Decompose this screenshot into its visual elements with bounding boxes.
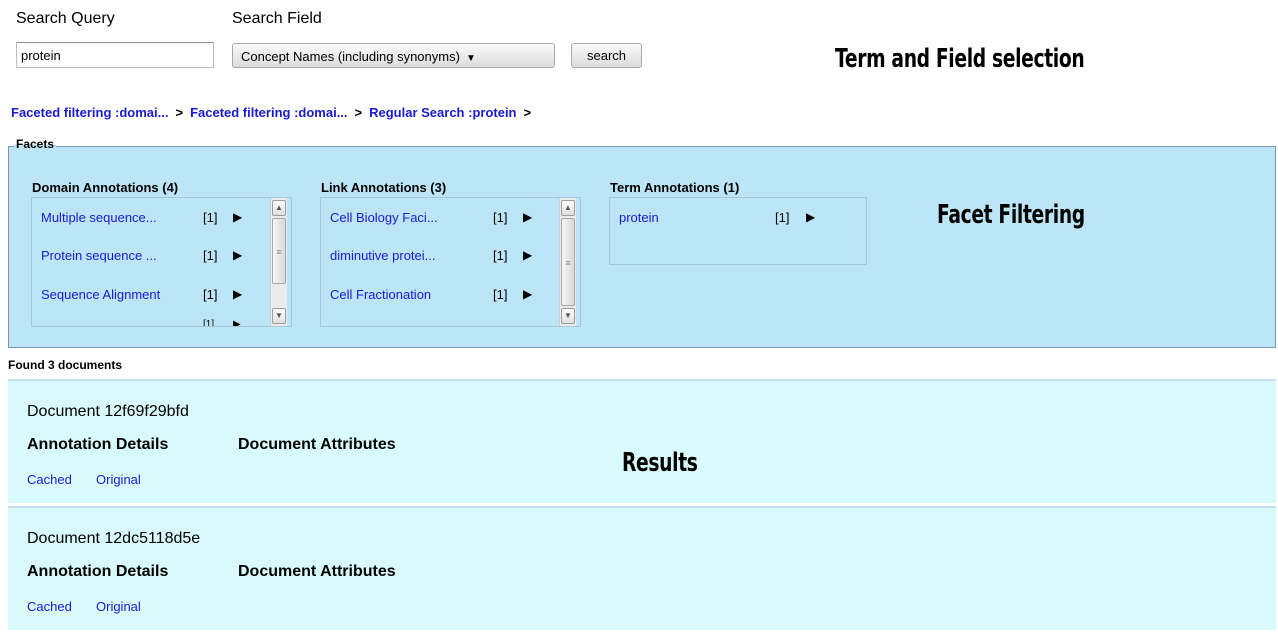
breadcrumb-separator: > <box>175 105 184 120</box>
breadcrumb-separator: > <box>523 105 532 120</box>
facet-item-count: [1] <box>493 248 508 263</box>
play-arrow-icon[interactable]: ▶ <box>806 210 815 224</box>
play-arrow-icon[interactable]: ▶ <box>233 210 242 224</box>
search-field-selected: Concept Names (including synonyms) <box>241 49 460 64</box>
result-card: Document 12f69f29bfd Annotation Details … <box>8 379 1276 503</box>
facet-item-count: [1] <box>203 248 218 263</box>
cached-link[interactable]: Cached <box>27 472 72 487</box>
facet-item-count: [1] <box>203 319 215 327</box>
scroll-up-icon[interactable]: ▲ <box>561 200 575 216</box>
term-annotations-list: protein [1] ▶ <box>609 197 867 265</box>
found-count: Found 3 documents <box>8 358 122 372</box>
breadcrumb: Faceted filtering :domai... > Faceted filt… <box>11 105 538 120</box>
search-button[interactable]: search <box>571 43 642 68</box>
scroll-thumb[interactable]: ≡ <box>272 218 286 284</box>
play-arrow-icon[interactable]: ▶ <box>233 287 242 301</box>
original-link[interactable]: Original <box>96 472 141 487</box>
link-annotations-heading: Link Annotations (3) <box>321 180 447 195</box>
search-field-select[interactable]: Concept Names (including synonyms) ▼ <box>232 43 555 68</box>
facets-legend: Facets <box>14 137 57 151</box>
facet-item-count: [1] <box>203 210 218 225</box>
facet-item-name[interactable]: Sequence Alignment <box>41 287 160 302</box>
facet-item-name[interactable]: protein <box>619 210 659 225</box>
document-title: Document 12dc5118d5e <box>27 530 201 547</box>
breadcrumb-item[interactable]: Faceted filtering :domai... <box>190 105 347 120</box>
search-query-label: Search Query <box>16 10 115 27</box>
dropdown-arrow-icon: ▼ <box>465 53 476 64</box>
cached-link[interactable]: Cached <box>27 599 72 614</box>
domain-annotations-heading: Domain Annotations (4) <box>32 180 179 195</box>
document-attributes-heading[interactable]: Document Attributes <box>238 436 396 454</box>
facet-item-name[interactable]: Cell Fractionation <box>330 287 431 302</box>
facet-item-count: [1] <box>493 287 508 302</box>
facet-item-name[interactable]: diminutive protei... <box>330 248 436 263</box>
domain-scrollbar[interactable]: ▲ ≡ ▼ <box>270 198 287 326</box>
annotation-details-heading[interactable]: Annotation Details <box>27 563 168 581</box>
facet-item-count: [1] <box>493 210 508 225</box>
facet-item-name[interactable]: Protein sequence ... <box>41 248 157 263</box>
scroll-thumb[interactable]: ≡ <box>561 218 575 306</box>
scroll-up-icon[interactable]: ▲ <box>272 200 286 216</box>
facet-item-name[interactable]: Multiple sequence... <box>41 210 157 225</box>
search-input[interactable] <box>16 42 214 68</box>
annotation-results: Results <box>622 448 698 478</box>
breadcrumb-item[interactable]: Faceted filtering :domai... <box>11 105 168 120</box>
play-arrow-icon[interactable]: ▶ <box>523 287 532 301</box>
play-arrow-icon[interactable]: ▶ <box>523 210 532 224</box>
facet-item-count: [1] <box>203 287 218 302</box>
search-field-label: Search Field <box>232 10 322 27</box>
breadcrumb-item[interactable]: Regular Search :protein <box>369 105 516 120</box>
play-arrow-icon[interactable]: ▶ <box>233 248 242 262</box>
play-arrow-icon[interactable]: ▶ <box>523 248 532 262</box>
annotation-details-heading[interactable]: Annotation Details <box>27 436 168 454</box>
scroll-down-icon[interactable]: ▼ <box>272 308 286 324</box>
facet-item-count: [1] <box>775 210 790 225</box>
link-annotations-list: Cell Biology Faci... [1] ▶ diminutive pr… <box>320 197 581 327</box>
facet-item-name[interactable]: Cell Biology Faci... <box>330 210 438 225</box>
link-scrollbar[interactable]: ▲ ≡ ▼ <box>559 198 576 326</box>
original-link[interactable]: Original <box>96 599 141 614</box>
term-annotations-heading: Term Annotations (1) <box>610 180 740 195</box>
annotation-term-field: Term and Field selection <box>835 44 1085 74</box>
result-card: Document 12dc5118d5e Annotation Details … <box>8 506 1276 630</box>
scroll-down-icon[interactable]: ▼ <box>561 308 575 324</box>
document-title: Document 12f69f29bfd <box>27 403 189 420</box>
domain-annotations-list: Multiple sequence... [1] ▶ Protein seque… <box>31 197 292 327</box>
play-arrow-icon[interactable]: ▶ <box>233 319 241 326</box>
annotation-facet-filtering: Facet Filtering <box>937 200 1085 230</box>
document-attributes-heading[interactable]: Document Attributes <box>238 563 396 581</box>
breadcrumb-separator: > <box>354 105 363 120</box>
